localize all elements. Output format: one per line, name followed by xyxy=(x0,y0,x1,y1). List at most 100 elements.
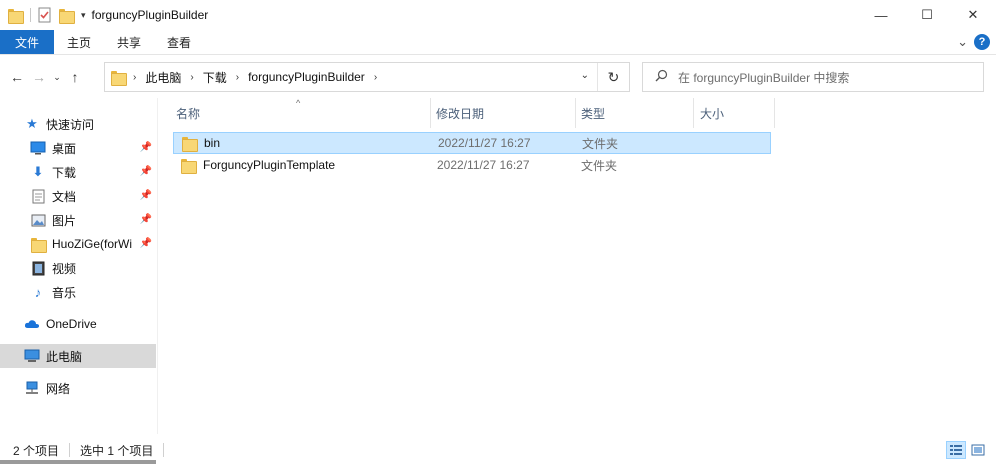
search-input[interactable]: 在 forguncyPluginBuilder 中搜索 xyxy=(642,62,984,92)
file-name-cell: bin xyxy=(182,136,221,152)
status-divider xyxy=(163,443,165,457)
sidebar-item-videos[interactable]: 视频 xyxy=(0,256,156,280)
pin-icon[interactable]: 📌 xyxy=(140,190,152,201)
item-count: 2 个项目 xyxy=(13,443,60,458)
minimize-button[interactable]: — xyxy=(858,0,904,30)
forward-button[interactable]: → xyxy=(28,69,50,85)
address-row: ← → ⌄ ↑ › 此电脑 › 下载 › forguncyPluginBuild… xyxy=(0,56,996,98)
pin-icon[interactable]: 📌 xyxy=(140,166,152,177)
tab-share[interactable]: 共享 xyxy=(104,30,154,54)
view-switcher xyxy=(946,441,988,459)
pin-icon[interactable]: 📌 xyxy=(140,142,152,153)
folder-icon xyxy=(111,70,127,86)
quick-access-toolbar: ▾ xyxy=(0,0,86,30)
sidebar-item-label: 文档 xyxy=(52,189,77,204)
sidebar-item-huozige[interactable]: HuoZiGe(forWi 📌 xyxy=(0,232,156,256)
window-controls: — ☐ ✕ xyxy=(858,0,996,30)
file-name: ForguncyPluginTemplate xyxy=(203,158,336,172)
back-button[interactable]: ← xyxy=(6,69,28,85)
folder-icon xyxy=(181,158,197,174)
pane-divider[interactable] xyxy=(157,98,158,434)
expand-ribbon-icon[interactable]: ⌄ xyxy=(957,34,968,50)
column-header-type[interactable]: 类型 xyxy=(575,98,693,128)
pin-icon[interactable]: 📌 xyxy=(140,238,152,249)
selected-count: 选中 1 个项目 xyxy=(80,443,154,458)
sidebar-item-label: 网络 xyxy=(46,381,71,396)
picture-icon xyxy=(30,212,46,228)
desktop-icon xyxy=(30,140,46,156)
breadcrumb-this-pc[interactable]: 此电脑 xyxy=(145,69,181,86)
breadcrumb-downloads[interactable]: 下载 xyxy=(203,69,227,86)
pin-icon[interactable]: 📌 xyxy=(140,214,152,225)
sidebar-item-onedrive[interactable]: OneDrive xyxy=(0,312,156,336)
sidebar-item-music[interactable]: ♪ 音乐 xyxy=(0,280,156,304)
sidebar-item-quick-access[interactable]: ★ 快速访问 xyxy=(0,112,156,136)
recent-locations-button[interactable]: ⌄ xyxy=(50,72,64,83)
sidebar-item-network[interactable]: 网络 xyxy=(0,376,156,400)
chevron-right-icon[interactable]: › xyxy=(374,72,377,83)
folder-icon xyxy=(8,8,24,24)
file-name: bin xyxy=(204,136,221,150)
cloud-icon xyxy=(24,316,40,332)
toolbar-divider xyxy=(30,8,31,22)
sidebar-item-desktop[interactable]: 桌面 📌 xyxy=(0,136,156,160)
network-icon xyxy=(24,380,40,396)
sidebar-item-documents[interactable]: 文档 📌 xyxy=(0,184,156,208)
column-header-date[interactable]: 修改日期 xyxy=(430,98,575,128)
sidebar-item-label: 视频 xyxy=(52,261,77,276)
details-view-icon[interactable] xyxy=(946,441,966,459)
navigation-pane: ★ 快速访问 桌面 📌 ⬇ 下载 📌 文档 📌 图片 📌 HuoZiGe(for… xyxy=(0,112,156,432)
file-type: 文件夹 xyxy=(581,158,618,173)
search-placeholder: 在 forguncyPluginBuilder 中搜索 xyxy=(678,70,850,85)
chevron-right-icon[interactable]: › xyxy=(133,72,136,83)
table-row[interactable]: ForguncyPluginTemplate 2022/11/27 16:27 … xyxy=(173,154,771,176)
file-name-cell: ForguncyPluginTemplate xyxy=(181,158,336,174)
chevron-right-icon[interactable]: › xyxy=(190,72,193,83)
modified-date: 2022/11/27 16:27 xyxy=(437,158,530,172)
column-divider[interactable] xyxy=(774,98,775,128)
properties-icon[interactable] xyxy=(37,7,53,23)
sidebar-item-label: 快速访问 xyxy=(46,117,95,132)
sidebar-item-label: 下载 xyxy=(52,165,77,180)
video-icon xyxy=(30,260,46,276)
column-header-size[interactable]: 大小 xyxy=(694,98,774,128)
up-button[interactable]: ↑ xyxy=(64,69,86,85)
address-bar[interactable]: › 此电脑 › 下载 › forguncyPluginBuilder › ⌄ ↻ xyxy=(104,62,630,92)
tab-file[interactable]: 文件 xyxy=(0,30,54,54)
star-icon: ★ xyxy=(26,116,38,131)
table-row[interactable]: bin 2022/11/27 16:27 文件夹 xyxy=(173,132,771,154)
sidebar-item-pictures[interactable]: 图片 📌 xyxy=(0,208,156,232)
maximize-button[interactable]: ☐ xyxy=(904,0,950,30)
download-icon: ⬇ xyxy=(32,164,44,179)
sidebar-item-downloads[interactable]: ⬇ 下载 📌 xyxy=(0,160,156,184)
computer-icon xyxy=(24,348,40,364)
chevron-right-icon[interactable]: › xyxy=(236,72,239,83)
search-icon xyxy=(655,69,668,85)
tab-home[interactable]: 主页 xyxy=(54,30,104,54)
help-icon[interactable]: ? xyxy=(974,34,990,50)
title-bar: ▾ forguncyPluginBuilder — ☐ ✕ xyxy=(0,0,996,30)
sidebar-item-label: 音乐 xyxy=(52,285,77,300)
address-dropdown-icon[interactable]: ⌄ xyxy=(581,70,589,81)
customize-toolbar-icon[interactable]: ▾ xyxy=(81,10,86,21)
status-divider xyxy=(69,443,71,457)
sidebar-item-label: HuoZiGe(forWi xyxy=(52,237,133,251)
sidebar-item-label: 桌面 xyxy=(52,141,77,156)
breadcrumb-current-folder[interactable]: forguncyPluginBuilder xyxy=(248,70,365,84)
modified-date: 2022/11/27 16:27 xyxy=(438,136,531,150)
window-title: forguncyPluginBuilder xyxy=(91,8,209,22)
folder-icon xyxy=(182,136,198,152)
ribbon-tabs: 文件 主页 共享 查看 ⌄ ? xyxy=(0,30,996,55)
sidebar-item-label: 此电脑 xyxy=(46,349,83,364)
close-button[interactable]: ✕ xyxy=(950,0,996,30)
column-headers: ^ 名称 修改日期 类型 大小 xyxy=(170,98,790,128)
file-type: 文件夹 xyxy=(582,136,619,151)
column-header-name[interactable]: 名称 xyxy=(170,98,430,128)
tab-view[interactable]: 查看 xyxy=(154,30,204,54)
large-icons-view-icon[interactable] xyxy=(968,441,988,459)
refresh-button[interactable]: ↻ xyxy=(597,63,629,91)
music-icon: ♪ xyxy=(34,284,42,300)
sidebar-item-this-pc[interactable]: 此电脑 xyxy=(0,344,156,368)
sidebar-item-label: OneDrive xyxy=(46,317,97,331)
new-folder-icon[interactable] xyxy=(59,8,75,24)
